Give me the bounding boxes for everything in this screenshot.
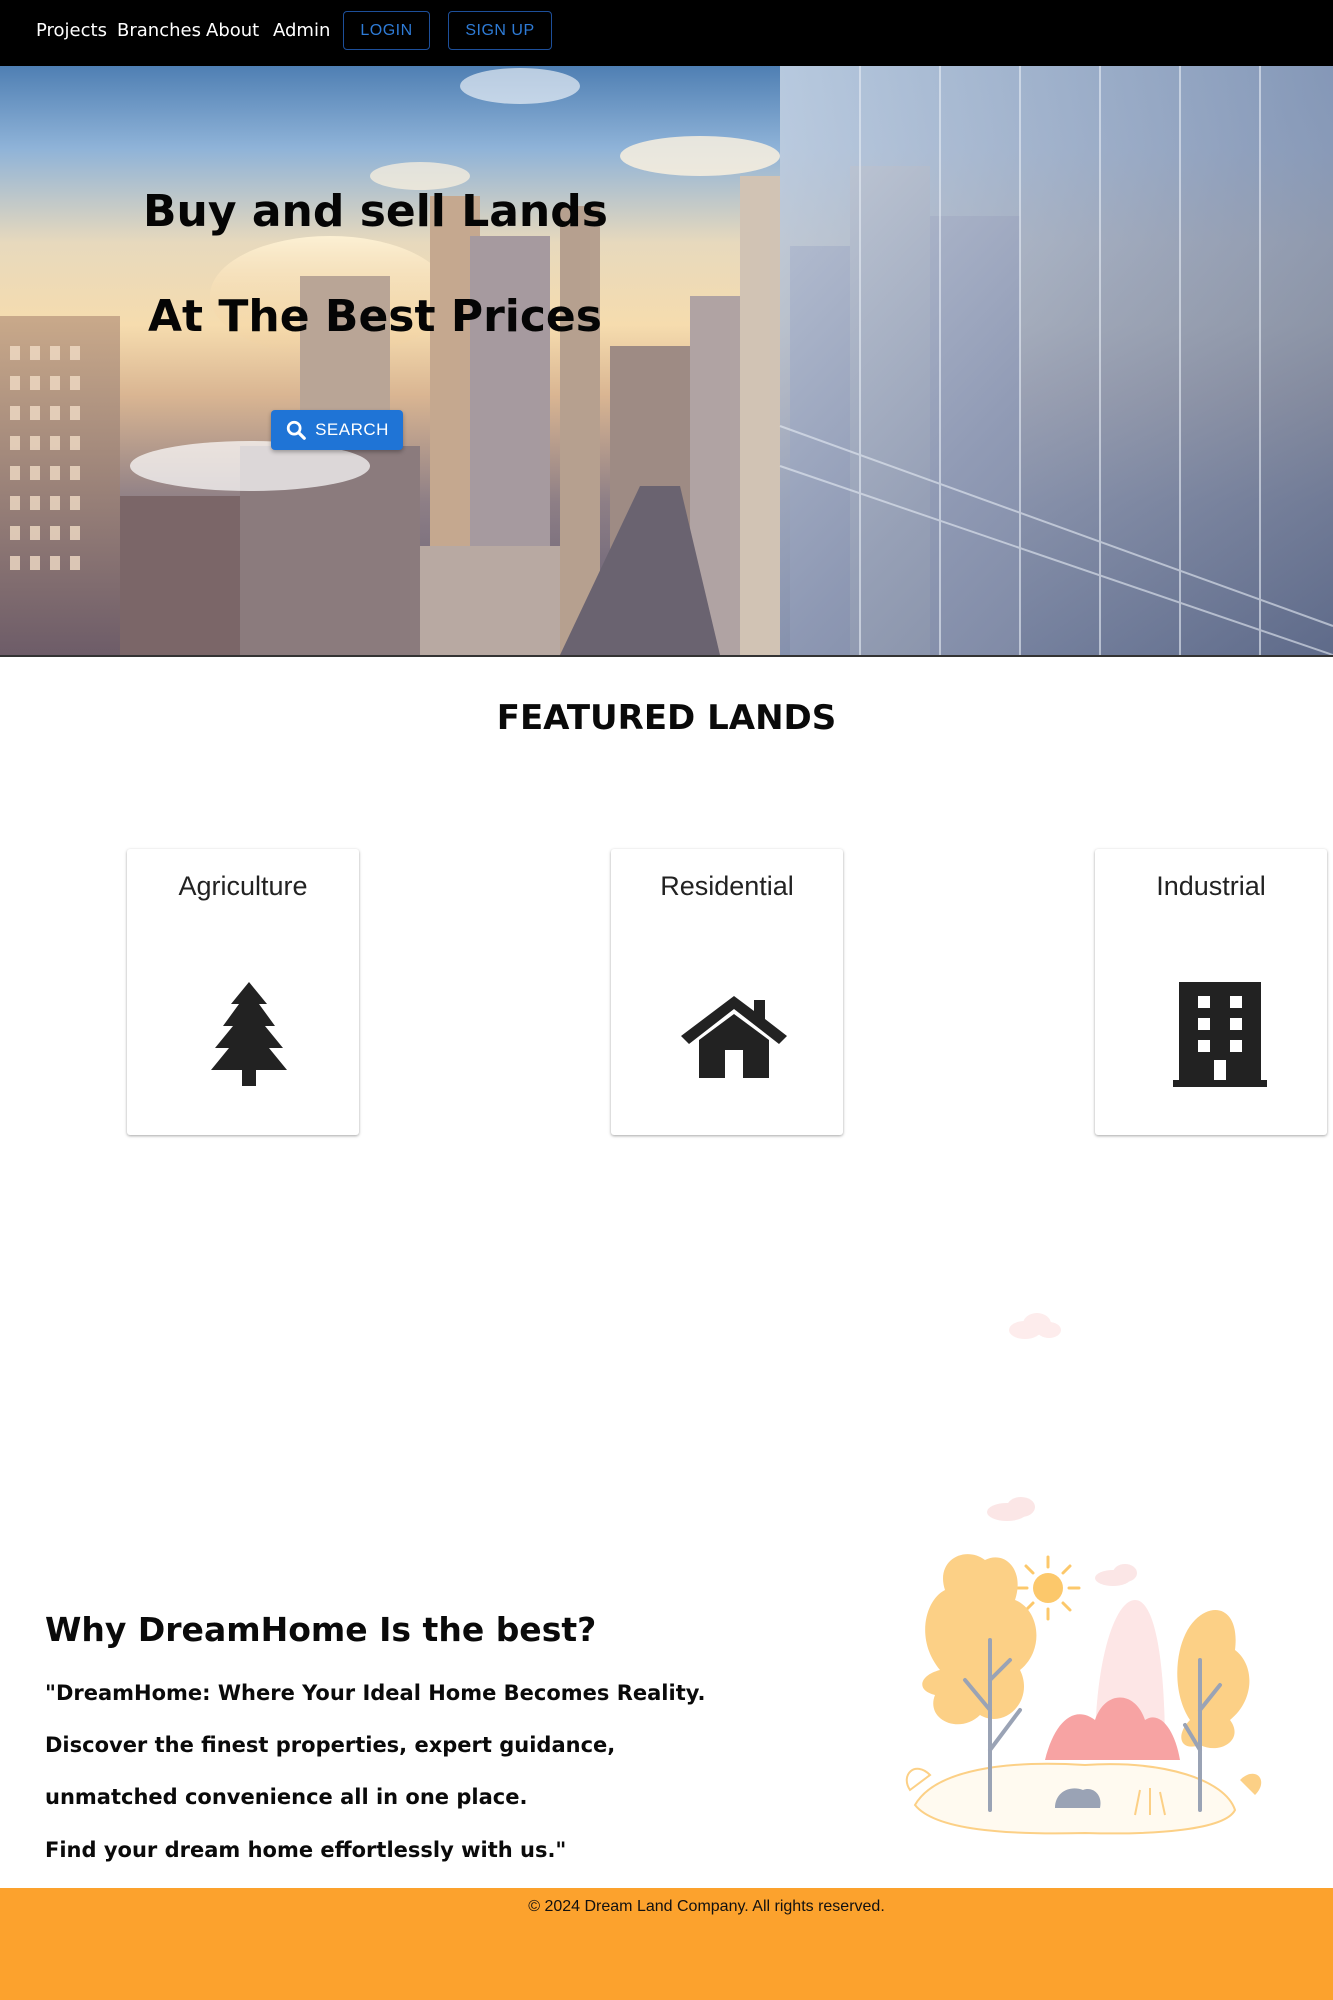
hero-title-line1: Buy and sell Lands bbox=[143, 186, 608, 237]
why-line-4: Find your dream home effortlessly with u… bbox=[45, 1838, 567, 1862]
nav-link-admin[interactable]: Admin bbox=[273, 20, 330, 41]
building-icon bbox=[1173, 982, 1267, 1087]
search-icon bbox=[286, 420, 306, 440]
why-title: Why DreamHome Is the best? bbox=[45, 1610, 597, 1649]
copyright-text: © 2024 Dream Land Company. All rights re… bbox=[528, 1898, 885, 1915]
login-button[interactable]: LOGIN bbox=[343, 11, 430, 50]
search-button[interactable]: SEARCH bbox=[271, 410, 403, 450]
nature-illustration bbox=[905, 1497, 1262, 1835]
navbar: Projects Branches About Admin LOGIN SIGN… bbox=[0, 0, 1333, 66]
card-agriculture[interactable]: Agriculture bbox=[127, 849, 359, 1135]
card-title: Agriculture bbox=[178, 871, 308, 901]
why-line-1: "DreamHome: Where Your Ideal Home Become… bbox=[45, 1681, 706, 1705]
featured-lands-title: FEATURED LANDS bbox=[496, 698, 837, 738]
card-residential[interactable]: Residential bbox=[611, 849, 843, 1135]
footer: © 2024 Dream Land Company. All rights re… bbox=[0, 1888, 1333, 2000]
hero-banner: Buy and sell Lands At The Best Prices SE… bbox=[0, 66, 1333, 657]
tree-icon bbox=[211, 982, 287, 1086]
why-line-3: unmatched convenience all in one place. bbox=[45, 1785, 528, 1809]
signup-button[interactable]: SIGN UP bbox=[448, 11, 552, 50]
card-title: Residential bbox=[660, 871, 794, 901]
search-button-label: SEARCH bbox=[315, 420, 389, 439]
card-title: Industrial bbox=[1156, 871, 1266, 901]
city-skyline-image bbox=[0, 66, 1333, 655]
nav-link-about[interactable]: About bbox=[206, 20, 259, 41]
why-line-2: Discover the finest properties, expert g… bbox=[45, 1733, 616, 1757]
hero-title-line2: At The Best Prices bbox=[148, 291, 602, 342]
card-industrial[interactable]: Industrial bbox=[1095, 849, 1327, 1135]
cloud-icon bbox=[1009, 1313, 1061, 1339]
nav-link-projects[interactable]: Projects bbox=[36, 20, 107, 41]
nav-link-branches[interactable]: Branches bbox=[117, 20, 201, 41]
house-icon bbox=[681, 996, 787, 1078]
